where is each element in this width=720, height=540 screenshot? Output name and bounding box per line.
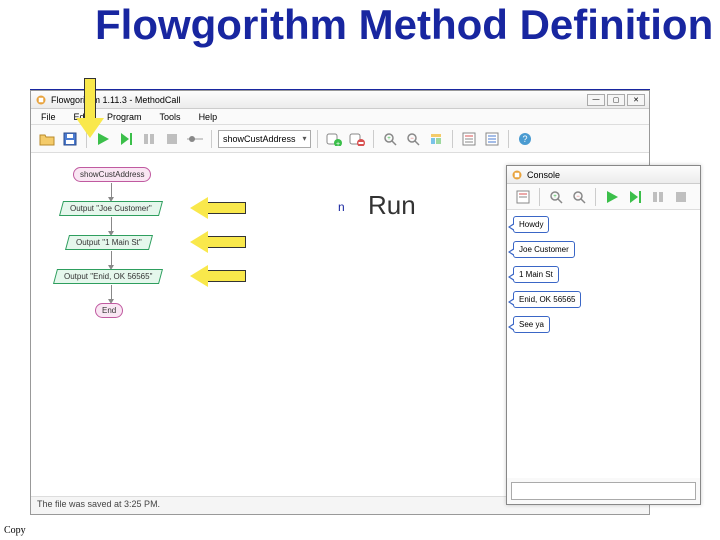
console-body: Howdy Joe Customer 1 Main St Enid, OK 56… [507, 210, 700, 478]
flowchart-output-1[interactable]: Output "Joe Customer" [59, 201, 163, 216]
copyright: Copy [4, 525, 26, 536]
chart-view-icon[interactable] [482, 129, 502, 149]
bullet-marker: n [338, 200, 345, 214]
console-zoom-in-icon[interactable]: + [546, 187, 566, 207]
speed-slider-icon[interactable] [185, 129, 205, 149]
menu-help[interactable]: Help [199, 112, 218, 122]
annotation-arrow-left-1 [190, 197, 246, 219]
zoom-out-icon[interactable]: − [403, 129, 423, 149]
bullet-text: Run [368, 190, 416, 221]
menu-tools[interactable]: Tools [160, 112, 181, 122]
step-icon[interactable] [116, 129, 136, 149]
annotation-arrow-left-2 [190, 231, 246, 253]
menubar: File Edit Program Tools Help [31, 109, 649, 125]
console-toolbar: + − [507, 184, 700, 210]
maximize-button[interactable]: ▢ [607, 94, 625, 106]
console-input[interactable] [511, 482, 696, 500]
flowchart-output-2[interactable]: Output "1 Main St" [65, 235, 153, 250]
layout-icon[interactable] [426, 129, 446, 149]
delete-function-icon[interactable] [347, 129, 367, 149]
close-button[interactable]: ✕ [627, 94, 645, 106]
console-line: Enid, OK 56565 [513, 291, 581, 308]
console-window: Console + − Howdy Joe Customer 1 Main St… [506, 165, 701, 505]
svg-text:+: + [553, 194, 557, 200]
menu-program[interactable]: Program [107, 112, 142, 122]
main-toolbar: showCustAddress + + − ? [31, 125, 649, 153]
pause-icon[interactable] [139, 129, 159, 149]
console-zoom-out-icon[interactable]: − [569, 187, 589, 207]
function-selector[interactable]: showCustAddress [218, 130, 311, 148]
help-icon[interactable]: ? [515, 129, 535, 149]
console-line: Joe Customer [513, 241, 575, 258]
stop-icon[interactable] [162, 129, 182, 149]
flowchart-output-3[interactable]: Output "Enid, OK 56565" [53, 269, 163, 284]
annotation-arrow-left-3 [190, 265, 246, 287]
console-variables-icon[interactable] [513, 187, 533, 207]
svg-text:−: − [410, 136, 414, 142]
svg-text:?: ? [522, 134, 527, 144]
svg-text:−: − [576, 194, 580, 200]
app-icon [35, 94, 47, 106]
console-app-icon [511, 169, 523, 181]
open-icon[interactable] [37, 129, 57, 149]
console-line: See ya [513, 316, 550, 333]
console-titlebar: Console [507, 166, 700, 184]
add-function-icon[interactable]: + [324, 129, 344, 149]
menu-file[interactable]: File [41, 112, 56, 122]
console-line: Howdy [513, 216, 549, 233]
console-line: 1 Main St [513, 266, 559, 283]
svg-text:+: + [336, 141, 340, 146]
flowchart-end[interactable]: End [95, 303, 123, 318]
slide-title: Flowgorithm Method Definition [95, 5, 713, 45]
flowchart-start[interactable]: showCustAddress [73, 167, 151, 182]
console-step-icon[interactable] [625, 187, 645, 207]
main-titlebar: Flowgorithm 1.11.3 - MethodCall — ▢ ✕ [31, 91, 649, 109]
svg-text:+: + [387, 136, 391, 142]
console-stop-icon[interactable] [671, 187, 691, 207]
zoom-in-icon[interactable]: + [380, 129, 400, 149]
annotation-arrow-down [76, 78, 104, 138]
code-view-icon[interactable] [459, 129, 479, 149]
minimize-button[interactable]: — [587, 94, 605, 106]
console-title: Console [527, 170, 560, 180]
console-pause-icon[interactable] [648, 187, 668, 207]
console-run-icon[interactable] [602, 187, 622, 207]
window-title: Flowgorithm 1.11.3 - MethodCall [51, 95, 180, 105]
